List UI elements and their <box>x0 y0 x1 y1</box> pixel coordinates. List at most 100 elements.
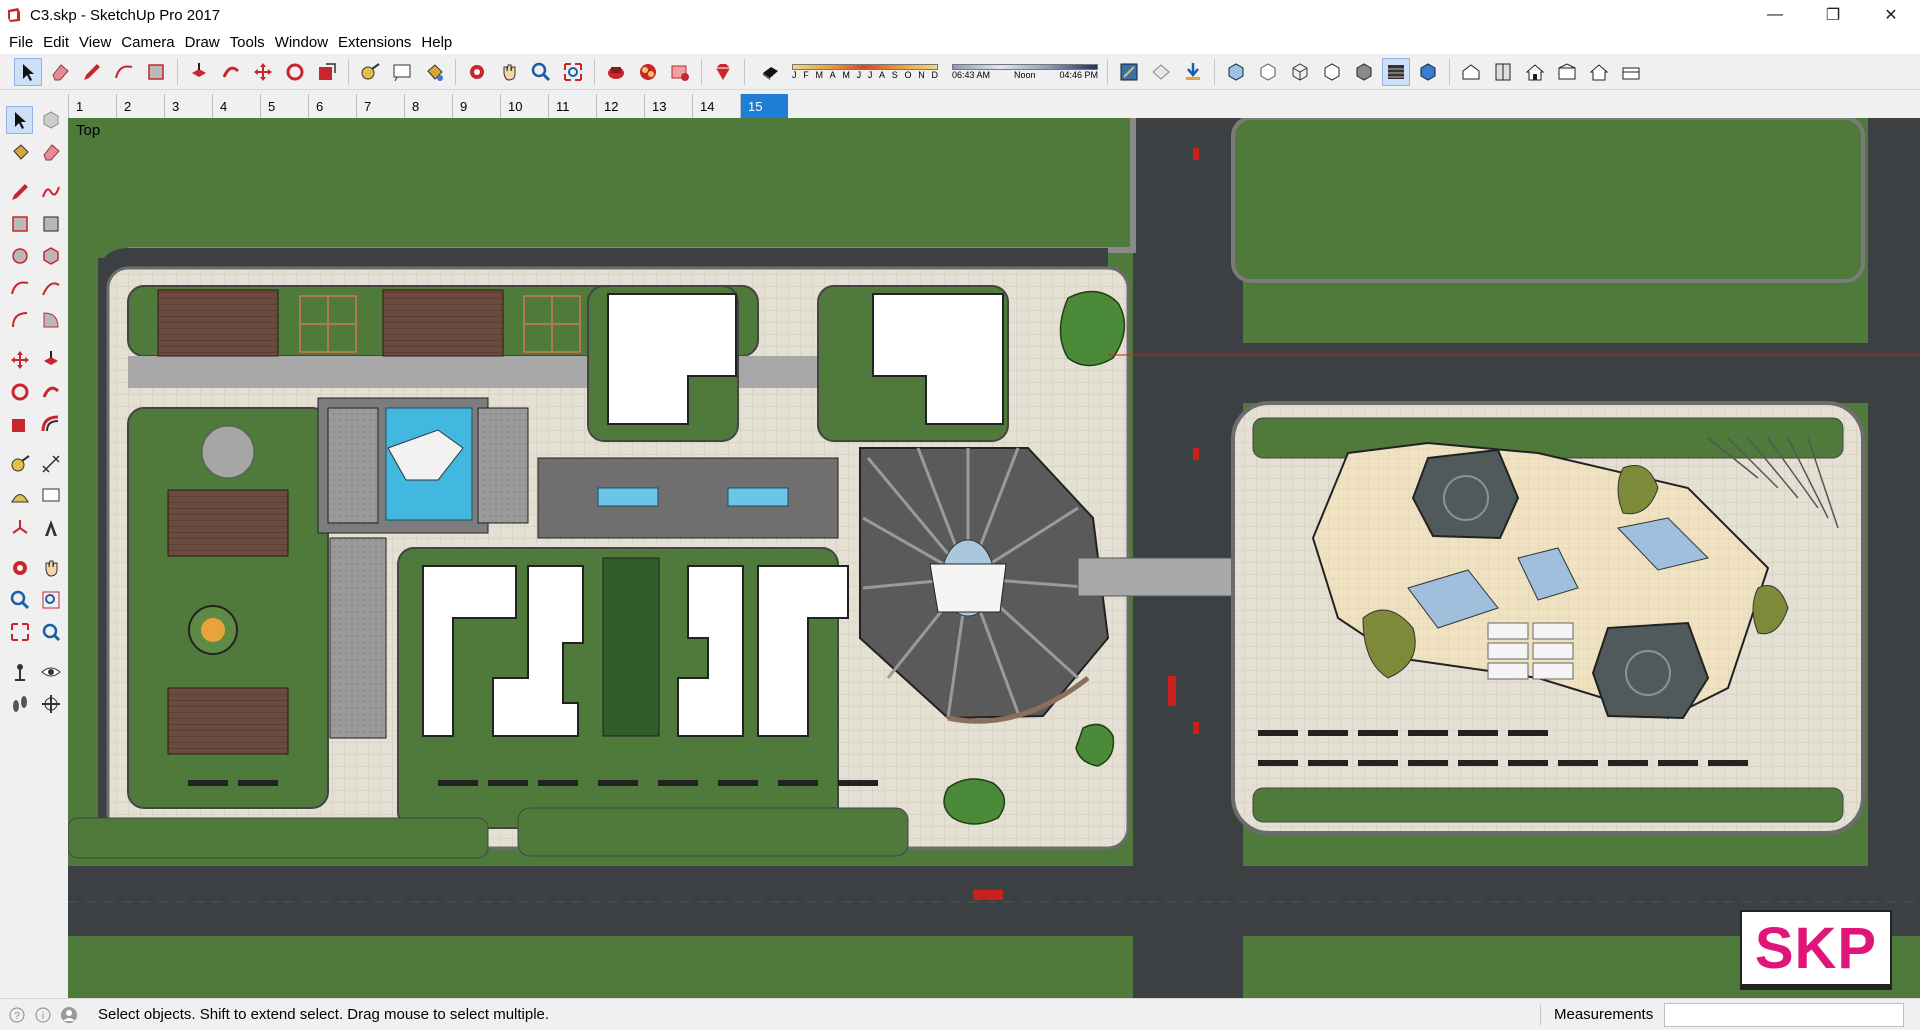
wireframe-style-button[interactable] <box>1286 58 1314 86</box>
zoom-tool[interactable] <box>6 586 33 614</box>
monochrome-style-button[interactable] <box>1414 58 1442 86</box>
measurements-input[interactable] <box>1664 1003 1904 1027</box>
make-component-tool[interactable] <box>37 106 64 134</box>
iso-view-button[interactable] <box>1457 58 1485 86</box>
scene-tab-13[interactable]: 13 <box>644 94 692 118</box>
xray-style-button[interactable] <box>1222 58 1250 86</box>
maximize-button[interactable]: ❐ <box>1804 0 1862 30</box>
site-plan-model[interactable] <box>68 118 1920 998</box>
offset-tool[interactable] <box>37 410 64 438</box>
pan-button[interactable] <box>495 58 523 86</box>
look-around-tool[interactable] <box>37 658 64 686</box>
menu-draw[interactable]: Draw <box>180 34 225 51</box>
credits-icon[interactable]: i <box>34 1006 52 1024</box>
arc-tool-button[interactable] <box>110 58 138 86</box>
rectangle-tool-button[interactable] <box>142 58 170 86</box>
walk-tool[interactable] <box>6 690 33 718</box>
paint-bucket-button[interactable] <box>420 58 448 86</box>
arc-tool[interactable] <box>6 274 33 302</box>
scene-tab-1[interactable]: 1 <box>68 94 116 118</box>
previous-view-tool[interactable] <box>37 618 64 646</box>
menu-help[interactable]: Help <box>416 34 457 51</box>
dimension-tool[interactable] <box>37 450 64 478</box>
warehouse-button[interactable] <box>602 58 630 86</box>
tape-measure-tool[interactable] <box>6 450 33 478</box>
text-tool-button[interactable] <box>388 58 416 86</box>
scene-tab-11[interactable]: 11 <box>548 94 596 118</box>
scene-tab-2[interactable]: 2 <box>116 94 164 118</box>
text-tool[interactable] <box>37 482 64 510</box>
menu-window[interactable]: Window <box>270 34 333 51</box>
scale-tool[interactable] <box>6 410 33 438</box>
pan-tool[interactable] <box>37 554 64 582</box>
menu-view[interactable]: View <box>74 34 116 51</box>
minimize-button[interactable]: — <box>1746 0 1804 30</box>
circle-tool[interactable] <box>6 242 33 270</box>
left-view-button[interactable] <box>1617 58 1645 86</box>
menu-tools[interactable]: Tools <box>225 34 270 51</box>
rotate-tool[interactable] <box>6 378 33 406</box>
freehand-tool[interactable] <box>37 178 64 206</box>
scene-tab-15[interactable]: 15 <box>740 94 788 118</box>
move-tool-button[interactable] <box>249 58 277 86</box>
rectangle-tool[interactable] <box>6 210 33 238</box>
tape-measure-button[interactable] <box>356 58 384 86</box>
polygon-tool[interactable] <box>37 242 64 270</box>
user-account-icon[interactable] <box>60 1006 78 1024</box>
eraser-button[interactable] <box>46 58 74 86</box>
zoom-window-tool[interactable] <box>37 586 64 614</box>
scale-tool-button[interactable] <box>313 58 341 86</box>
front-view-button[interactable] <box>1521 58 1549 86</box>
shadow-date-slider[interactable]: J F M A M J J A S O N D <box>792 63 938 80</box>
line-tool-button[interactable] <box>78 58 106 86</box>
shadows-toggle-button[interactable] <box>756 58 784 86</box>
scene-tab-9[interactable]: 9 <box>452 94 500 118</box>
scene-tab-14[interactable]: 14 <box>692 94 740 118</box>
scene-tab-3[interactable]: 3 <box>164 94 212 118</box>
menu-camera[interactable]: Camera <box>116 34 179 51</box>
protractor-tool[interactable] <box>6 482 33 510</box>
right-view-button[interactable] <box>1553 58 1581 86</box>
push-pull-button[interactable] <box>185 58 213 86</box>
section-plane-tool[interactable] <box>37 690 64 718</box>
hidden-line-style-button[interactable] <box>1318 58 1346 86</box>
select-tool[interactable] <box>6 106 34 134</box>
push-pull-tool[interactable] <box>37 346 64 374</box>
extension-warehouse-button[interactable] <box>666 58 694 86</box>
top-view-button[interactable] <box>1489 58 1517 86</box>
zoom-button[interactable] <box>527 58 555 86</box>
paint-bucket-tool[interactable] <box>6 138 33 166</box>
scene-tab-7[interactable]: 7 <box>356 94 404 118</box>
zoom-extents-button[interactable] <box>559 58 587 86</box>
menu-file[interactable]: File <box>4 34 38 51</box>
move-tool[interactable] <box>6 346 33 374</box>
orbit-tool[interactable] <box>6 554 33 582</box>
3d-text-tool[interactable] <box>37 514 64 542</box>
menu-edit[interactable]: Edit <box>38 34 74 51</box>
scene-tab-12[interactable]: 12 <box>596 94 644 118</box>
display-section-planes-button[interactable] <box>1147 58 1175 86</box>
axes-tool[interactable] <box>6 514 33 542</box>
line-tool[interactable] <box>6 178 33 206</box>
zoom-extents-tool[interactable] <box>6 618 33 646</box>
orbit-button[interactable] <box>463 58 491 86</box>
scene-tab-10[interactable]: 10 <box>500 94 548 118</box>
ruby-console-button[interactable] <box>709 58 737 86</box>
drawing-viewport[interactable]: Top SKP <box>68 118 1920 998</box>
shadow-time-slider[interactable]: 06:43 AM Noon 04:46 PM <box>952 63 1098 80</box>
select-tool-button[interactable] <box>14 57 42 86</box>
position-camera-tool[interactable] <box>6 658 33 686</box>
section-plane-button[interactable] <box>1115 58 1143 86</box>
rotated-rectangle-tool[interactable] <box>37 210 64 238</box>
scene-tab-6[interactable]: 6 <box>308 94 356 118</box>
scene-tab-4[interactable]: 4 <box>212 94 260 118</box>
rotate-tool-button[interactable] <box>281 58 309 86</box>
shaded-style-button[interactable] <box>1350 58 1378 86</box>
pie-tool[interactable] <box>37 306 64 334</box>
follow-me-button[interactable] <box>217 58 245 86</box>
display-section-cuts-button[interactable] <box>1179 58 1207 86</box>
back-edges-style-button[interactable] <box>1254 58 1282 86</box>
scene-tab-5[interactable]: 5 <box>260 94 308 118</box>
three-point-arc-tool[interactable] <box>6 306 33 334</box>
scene-tab-8[interactable]: 8 <box>404 94 452 118</box>
